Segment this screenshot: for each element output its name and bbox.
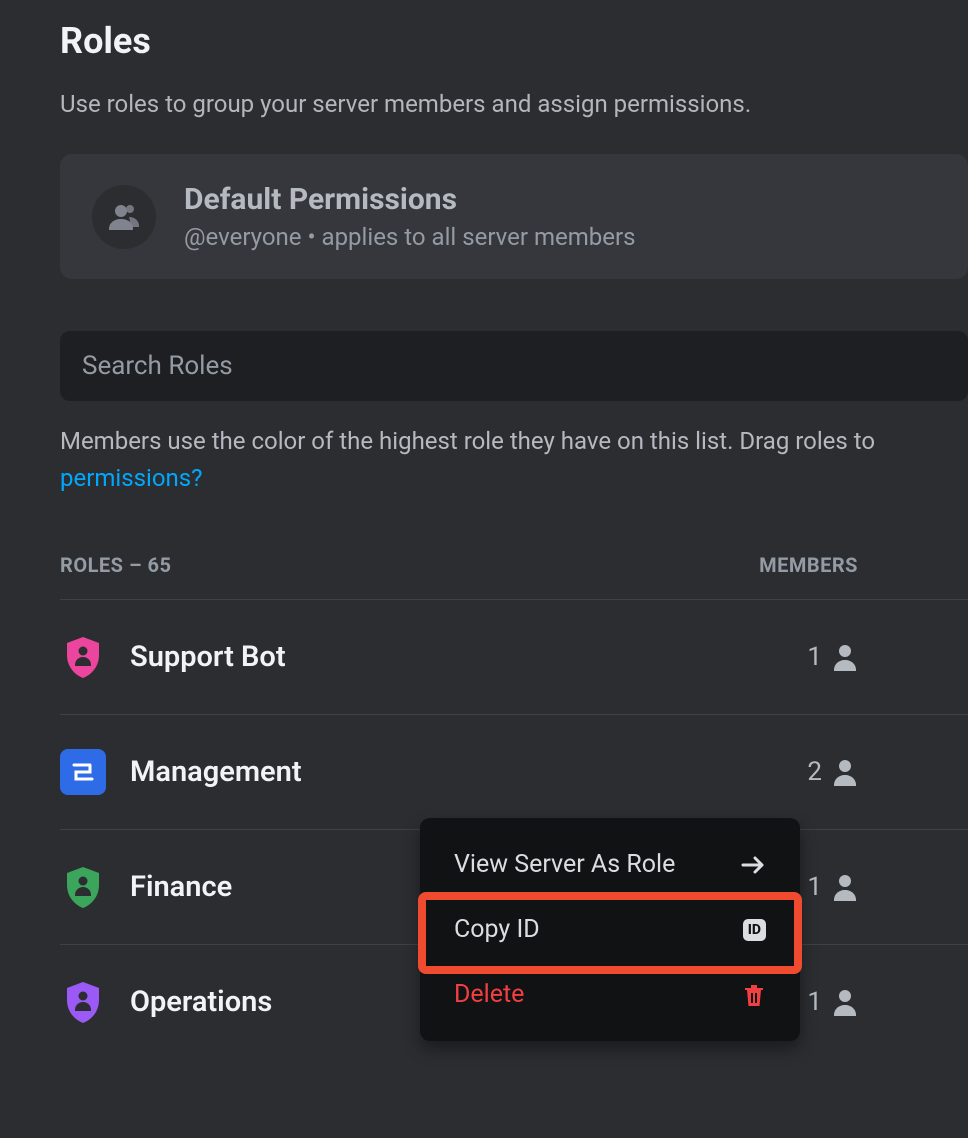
role-name-label: Support Bot	[130, 640, 286, 674]
role-name-label: Finance	[130, 870, 232, 904]
person-icon	[832, 988, 858, 1016]
menu-copy-id[interactable]: Copy ID ID	[434, 897, 786, 962]
menu-delete[interactable]: Delete	[434, 962, 786, 1027]
shield-icon	[60, 634, 106, 680]
roles-list-header: ROLES – 65 MEMBERS	[60, 553, 968, 600]
shield-icon	[60, 864, 106, 910]
person-icon	[832, 873, 858, 901]
member-count: 1	[807, 872, 968, 902]
role-name-label: Operations	[130, 985, 272, 1019]
search-placeholder: Search Roles	[82, 351, 233, 381]
menu-view-as-role[interactable]: View Server As Role	[434, 832, 786, 897]
person-icon	[832, 643, 858, 671]
id-badge-icon: ID	[743, 919, 766, 941]
person-icon	[832, 758, 858, 786]
default-permissions-card[interactable]: Default Permissions @everyone • applies …	[60, 154, 968, 279]
square-badge-icon	[60, 749, 106, 795]
permissions-help-link[interactable]: permissions?	[60, 464, 203, 492]
member-count: 1	[807, 987, 968, 1017]
member-count: 1	[807, 642, 968, 672]
roles-count-label: ROLES – 65	[60, 553, 171, 577]
members-column-label: MEMBERS	[759, 553, 858, 577]
search-roles-input[interactable]: Search Roles	[60, 331, 968, 401]
role-name-label: Management	[130, 755, 302, 789]
page-subtitle: Use roles to group your server members a…	[60, 90, 968, 118]
members-icon	[92, 185, 156, 249]
role-row-management[interactable]: Management 2	[60, 715, 968, 830]
page-title: Roles	[60, 20, 968, 62]
role-row-support-bot[interactable]: Support Bot 1	[60, 600, 968, 715]
role-context-menu: View Server As Role Copy ID ID Delete	[420, 818, 800, 1041]
shield-icon	[60, 979, 106, 1025]
arrow-right-icon	[740, 855, 766, 875]
default-permissions-subtitle: @everyone • applies to all server member…	[184, 223, 636, 251]
member-count: 2	[807, 757, 968, 787]
default-permissions-title: Default Permissions	[184, 182, 636, 217]
trash-icon	[742, 982, 766, 1008]
roles-help-text: Members use the color of the highest rol…	[60, 423, 968, 497]
